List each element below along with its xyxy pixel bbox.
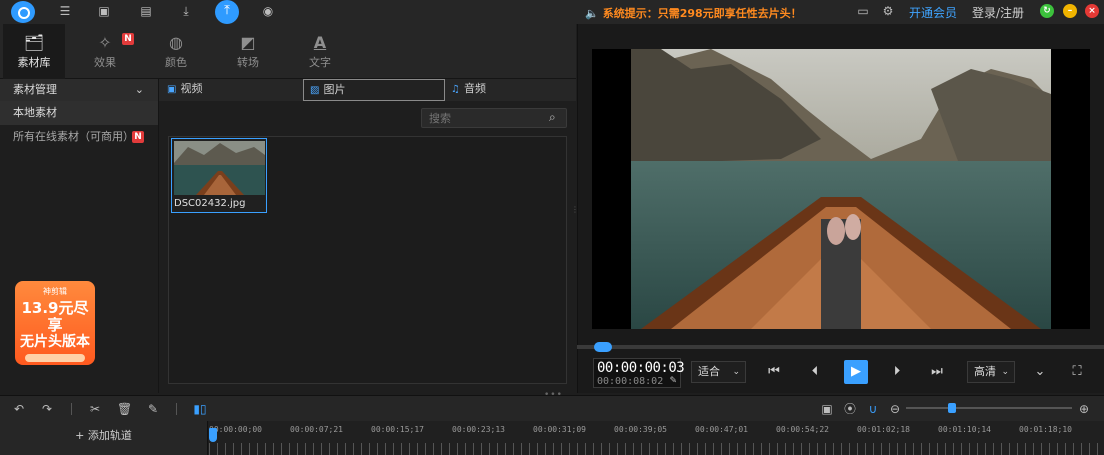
skip-to-end-icon[interactable]: ⏭ bbox=[928, 363, 946, 381]
login-register-link[interactable]: 登录/注册 bbox=[972, 4, 1024, 21]
title-bar: ☰ ▣ ▤ ⤓ ⤒ ◉ 🔈 系统提示：只需298元即享任性去片头！ ▭ ⚙ 开通会… bbox=[0, 0, 1104, 24]
material-sidebar: 素材管理 ⌄ 本地素材 所有在线素材（可商用） N 神剪辑 13.9元尽享 无片… bbox=[0, 79, 159, 393]
toolbar-divider bbox=[71, 403, 72, 415]
tab-audio[interactable]: ♫ 音频 bbox=[445, 79, 576, 101]
close-icon[interactable]: × bbox=[1085, 4, 1099, 18]
marker-icon[interactable]: ⦿ bbox=[843, 402, 857, 416]
tab-video[interactable]: ▣ 视频 bbox=[161, 79, 303, 101]
settings-gear-icon[interactable]: ⚙ bbox=[881, 4, 895, 18]
tab-image[interactable]: ▨ 图片 bbox=[303, 79, 445, 101]
search-input[interactable] bbox=[421, 108, 567, 128]
fullscreen-icon[interactable]: ⛶ bbox=[1068, 363, 1086, 381]
fit-select[interactable]: 适合 ⌄ bbox=[691, 361, 746, 383]
ruler-time-label: 00:00:15;17 bbox=[371, 425, 424, 434]
feedback-icon[interactable]: ▭ bbox=[856, 4, 870, 18]
ruler-time-label: 00:00:47;01 bbox=[695, 425, 748, 434]
media-type-tabs: ▣ 视频 ▨ 图片 ♫ 音频 bbox=[159, 79, 576, 101]
tab-effects[interactable]: ✧ 效果 N bbox=[74, 24, 136, 79]
chevron-down-icon: ⌄ bbox=[134, 83, 144, 96]
media-filename: DSC02432.jpg bbox=[174, 198, 246, 209]
speaker-icon: 🔈 bbox=[585, 7, 599, 20]
undo-icon[interactable]: ↶ bbox=[12, 402, 26, 416]
previous-frame-icon[interactable]: ⏴ bbox=[806, 363, 824, 381]
timeline-ruler[interactable]: 00:00:00;00 00:00:07;21 00:00:15;17 00:00:2… bbox=[209, 421, 1104, 455]
import-icon[interactable]: ⤓ bbox=[179, 4, 193, 18]
playhead[interactable] bbox=[209, 428, 217, 442]
ruler-time-label: 00:01:18;10 bbox=[1019, 425, 1072, 434]
ruler-time-label: 00:00:23;13 bbox=[452, 425, 505, 434]
app-logo bbox=[11, 1, 35, 23]
promo-banner[interactable]: 神剪辑 13.9元尽享 无片头版本 bbox=[15, 281, 95, 365]
zoom-slider-handle[interactable] bbox=[947, 403, 956, 413]
refresh-icon[interactable]: ↻ bbox=[1040, 4, 1054, 18]
image-icon: ▨ bbox=[310, 85, 320, 96]
video-icon: ▣ bbox=[167, 84, 177, 95]
export-button[interactable]: ⤒ bbox=[215, 0, 239, 24]
ruler-time-label: 00:01:10;14 bbox=[938, 425, 991, 434]
ruler-ticks bbox=[209, 443, 1104, 455]
record-icon[interactable]: ◉ bbox=[261, 4, 275, 18]
magic-wand-icon: ✧ bbox=[98, 33, 112, 52]
chevron-down-icon: ⌄ bbox=[1001, 367, 1009, 377]
search-icon[interactable]: ⌕ bbox=[549, 110, 563, 124]
transition-icon: ◩ bbox=[240, 33, 256, 52]
playback-progress-handle[interactable] bbox=[594, 342, 613, 352]
library-tabs: 🗂 素材库 ✧ 效果 N ◍ 颜色 ◩ 转场 A 文字 bbox=[0, 24, 576, 79]
text-icon: A bbox=[313, 33, 327, 52]
magnet-icon[interactable]: ∪ bbox=[866, 402, 880, 416]
tab-color[interactable]: ◍ 颜色 bbox=[145, 24, 207, 79]
ruler-time-label: 00:01:02;18 bbox=[857, 425, 910, 434]
ruler-time-label: 00:00:31;09 bbox=[533, 425, 586, 434]
split-clip-icon[interactable]: ▮▯ bbox=[193, 402, 207, 416]
promo-button bbox=[25, 354, 85, 362]
pencil-icon[interactable]: ✎ bbox=[669, 376, 677, 386]
total-time: 00:00:08:02 bbox=[597, 376, 664, 387]
current-time: 00:00:00:03 bbox=[597, 360, 685, 376]
media-thumbnail bbox=[174, 141, 265, 195]
add-track-button[interactable]: + 添加轨道 bbox=[0, 421, 208, 455]
quality-select[interactable]: 高清 ⌄ bbox=[967, 361, 1015, 383]
skip-to-start-icon[interactable]: ⏮ bbox=[765, 363, 783, 381]
tab-library[interactable]: 🗂 素材库 bbox=[3, 24, 65, 79]
zoom-in-icon[interactable]: ⊕ bbox=[1077, 402, 1091, 416]
tab-text[interactable]: A 文字 bbox=[289, 24, 351, 79]
new-badge: N bbox=[132, 131, 144, 143]
ruler-time-label: 00:00:39;05 bbox=[614, 425, 667, 434]
panel-splitter-handle[interactable]: ⋮ bbox=[571, 205, 579, 215]
music-icon: ♫ bbox=[451, 84, 460, 95]
ruler-time-label: 00:00:54;22 bbox=[776, 425, 829, 434]
new-project-icon[interactable]: ▣ bbox=[97, 4, 111, 18]
open-membership-link[interactable]: 开通会员 bbox=[909, 4, 957, 21]
menu-icon[interactable]: ☰ bbox=[58, 4, 72, 18]
snapshot-icon[interactable]: ▣ bbox=[820, 402, 834, 416]
redo-icon[interactable]: ↷ bbox=[40, 402, 54, 416]
next-frame-icon[interactable]: ⏵ bbox=[888, 363, 906, 381]
zoom-out-icon[interactable]: ⊖ bbox=[888, 402, 902, 416]
system-notice[interactable]: 🔈 系统提示：只需298元即享任性去片头！ bbox=[585, 5, 802, 21]
toolbar-divider bbox=[176, 403, 177, 415]
preview-image bbox=[631, 49, 1051, 329]
edit-icon[interactable]: ✎ bbox=[146, 402, 160, 416]
chevron-down-icon: ⌄ bbox=[732, 367, 740, 377]
media-item[interactable]: DSC02432.jpg bbox=[171, 138, 267, 213]
timecode-display: 00:00:00:03 00:00:08:02 ✎ bbox=[593, 358, 685, 388]
tab-transition[interactable]: ◩ 转场 bbox=[217, 24, 279, 79]
sidebar-item-local[interactable]: 本地素材 bbox=[0, 101, 158, 125]
sidebar-item-online[interactable]: 所有在线素材（可商用） N bbox=[0, 125, 158, 149]
zoom-slider-track[interactable] bbox=[906, 407, 1072, 409]
playback-progress-track[interactable] bbox=[577, 345, 1104, 349]
play-button[interactable]: ▶ bbox=[844, 360, 868, 384]
save-icon[interactable]: ▤ bbox=[139, 4, 153, 18]
palette-icon: ◍ bbox=[169, 33, 183, 52]
ruler-time-label: 00:00:07;21 bbox=[290, 425, 343, 434]
delete-icon[interactable]: 🗑 bbox=[117, 402, 132, 416]
cut-icon[interactable]: ✂ bbox=[88, 402, 102, 416]
expand-down-icon[interactable]: ⌄ bbox=[1031, 363, 1049, 381]
material-management-header[interactable]: 素材管理 ⌄ bbox=[0, 79, 158, 101]
library-icon: 🗂 bbox=[23, 33, 45, 52]
new-badge: N bbox=[122, 33, 134, 45]
minimize-icon[interactable]: – bbox=[1063, 4, 1077, 18]
